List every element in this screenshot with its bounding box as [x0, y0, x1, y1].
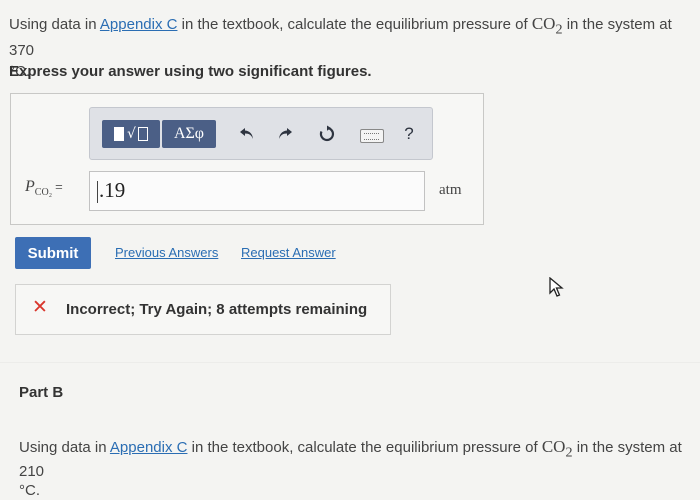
appendix-c-link[interactable]: Appendix C	[100, 16, 178, 33]
help-button[interactable]: ?	[398, 121, 420, 147]
answer-panel: √ ΑΣφ ? PCO₂ = .19 atm	[10, 93, 484, 225]
template-square-icon	[114, 127, 125, 141]
math-toolbar: √ ΑΣφ ?	[89, 107, 433, 160]
mouse-pointer-icon	[549, 277, 564, 297]
chem-formula: CO2	[541, 437, 573, 461]
variable-label: PCO₂ =	[25, 178, 63, 199]
part-b-question: Using data in Appendix C in the textbook…	[19, 437, 682, 500]
templates-button[interactable]: √	[102, 120, 160, 148]
request-answer-link[interactable]: Request Answer	[241, 245, 336, 260]
part-b-heading[interactable]: Part B	[19, 384, 63, 401]
unit-label: atm	[439, 182, 462, 198]
template-box-icon	[137, 127, 148, 141]
symbols-button[interactable]: ΑΣφ	[162, 120, 216, 148]
x-icon: ✕	[32, 296, 48, 318]
text-cursor	[97, 181, 98, 203]
divider	[0, 362, 700, 363]
submit-button[interactable]: Submit	[15, 237, 91, 269]
keyboard-icon[interactable]	[360, 129, 384, 143]
undo-icon[interactable]	[236, 121, 258, 147]
previous-answers-link[interactable]: Previous Answers	[115, 245, 218, 260]
reset-icon[interactable]	[316, 121, 338, 147]
feedback-box: ✕ Incorrect; Try Again; 8 attempts remai…	[15, 284, 391, 335]
feedback-text: Incorrect; Try Again; 8 attempts remaini…	[66, 301, 368, 318]
redo-icon[interactable]	[274, 121, 296, 147]
answer-value: .19	[99, 178, 126, 202]
appendix-c-link[interactable]: Appendix C	[110, 439, 188, 456]
chem-formula: CO2	[531, 14, 563, 38]
instruction: Express your answer using two significan…	[9, 63, 372, 80]
sqrt-icon: √	[127, 126, 136, 142]
answer-input[interactable]: .19	[89, 171, 425, 211]
